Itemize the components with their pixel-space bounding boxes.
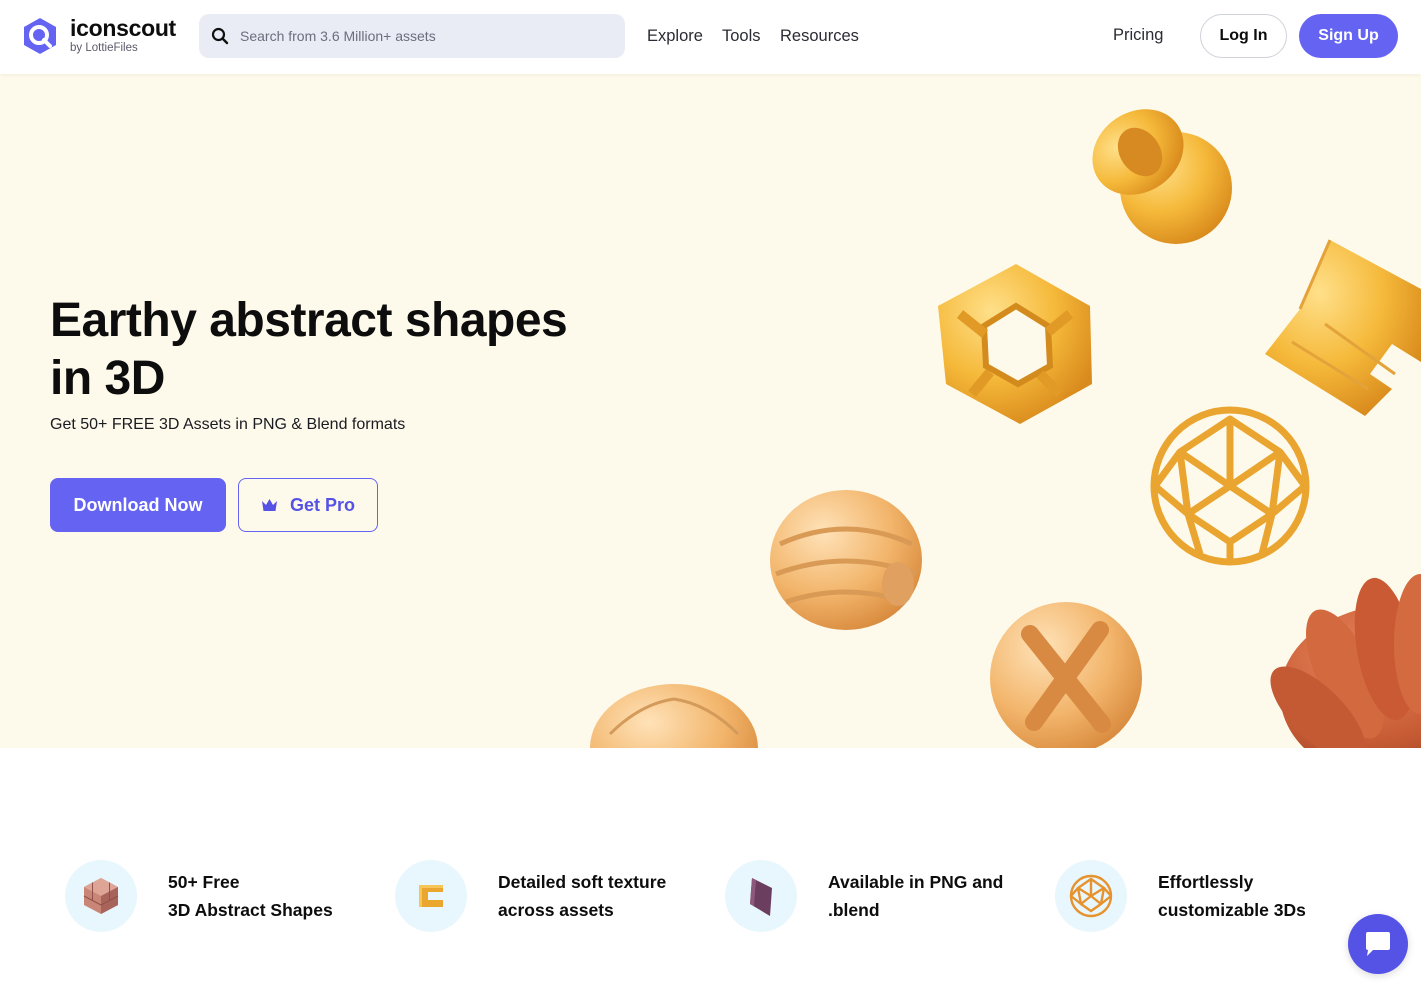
- search-icon: [211, 27, 229, 45]
- feature-item: Available in PNG and .blend: [725, 860, 1018, 932]
- ribbed-blob-shape: [770, 490, 922, 630]
- chat-bubble-icon: [1366, 932, 1390, 956]
- get-pro-button[interactable]: Get Pro: [238, 478, 378, 532]
- feature-line2: .blend: [828, 900, 880, 920]
- logo[interactable]: iconscout by LottieFiles: [20, 16, 176, 56]
- hero-banner: Earthy abstract shapes in 3D Get 50+ FRE…: [0, 74, 1421, 748]
- feature-line2: customizable 3Ds: [1158, 900, 1306, 920]
- feature-line2: across assets: [498, 900, 614, 920]
- hero-title: Earthy abstract shapes in 3D: [50, 294, 568, 405]
- iconscout-logo-icon: [24, 18, 56, 54]
- signup-button[interactable]: Sign Up: [1299, 14, 1398, 58]
- brand-name: iconscout: [70, 15, 176, 41]
- feature-item: Effortlessly customizable 3Ds: [1055, 860, 1348, 932]
- crown-icon: [261, 499, 277, 511]
- c-shape-icon: [419, 885, 443, 907]
- cube-icon: [83, 878, 119, 914]
- nav-resources[interactable]: Resources: [780, 26, 859, 46]
- feature-line1: Available in PNG and: [828, 872, 1004, 892]
- feature-line2: 3D Abstract Shapes: [168, 900, 333, 920]
- nav-pricing[interactable]: Pricing: [1113, 26, 1163, 45]
- terracotta-flower-shape: [1270, 574, 1421, 748]
- cross-sphere-shape: [990, 602, 1142, 748]
- geosphere-icon: [1069, 874, 1113, 918]
- download-now-button[interactable]: Download Now: [50, 478, 226, 532]
- hero-3d-shapes-illustration: [590, 109, 1421, 748]
- hero-subtitle: Get 50+ FREE 3D Assets in PNG & Blend fo…: [50, 416, 406, 433]
- feature-line1: 50+ Free: [168, 872, 240, 892]
- features-section: 50+ Free 3D Abstract Shapes Detailed sof…: [0, 748, 1421, 984]
- feature-item: 50+ Free 3D Abstract Shapes: [65, 860, 358, 932]
- nav-explore[interactable]: Explore: [647, 26, 703, 46]
- prism-icon: [750, 878, 772, 916]
- geodesic-sphere-shape: [1150, 406, 1310, 566]
- login-button[interactable]: Log In: [1200, 14, 1287, 58]
- brand-subtitle: by LottieFiles: [70, 42, 138, 54]
- top-navbar: iconscout by LottieFiles Search from 3.6…: [0, 0, 1421, 74]
- feature-item: Detailed soft texture across assets: [395, 860, 688, 932]
- feature-line1: Detailed soft texture: [498, 872, 667, 892]
- nav-tools[interactable]: Tools: [722, 26, 761, 46]
- search-input[interactable]: Search from 3.6 Million+ assets: [240, 28, 436, 44]
- search-bar[interactable]: Search from 3.6 Million+ assets: [199, 14, 625, 58]
- torus-sphere-shape: [1092, 109, 1232, 244]
- block-chevron-shape: [1265, 239, 1421, 416]
- get-pro-label: Get Pro: [289, 494, 355, 515]
- textured-dome-shape: [590, 684, 758, 748]
- feature-line1: Effortlessly: [1158, 872, 1254, 892]
- chat-support-button[interactable]: [1348, 914, 1408, 974]
- hex-ring-shape: [938, 264, 1092, 424]
